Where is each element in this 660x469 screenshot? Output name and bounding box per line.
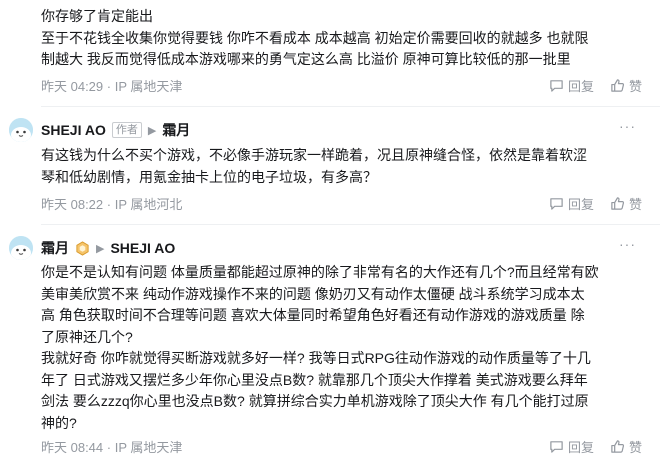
like-button[interactable]: 赞 xyxy=(610,437,642,456)
thumbs-up-icon xyxy=(611,197,625,210)
reply-icon xyxy=(550,441,563,453)
divider xyxy=(41,224,660,225)
comment-line: 我就好奇 你咋就觉得买断游戏就多好一样? 我等日式RPG往动作游戏的动作质量等了… xyxy=(41,350,591,366)
divider xyxy=(41,106,660,107)
more-options-button[interactable]: ··· xyxy=(619,118,636,134)
like-label: 赞 xyxy=(628,197,642,212)
reply-label: 回复 xyxy=(567,440,594,455)
comment-line: 你存够了肯定能出 xyxy=(41,8,153,24)
reply-label: 回复 xyxy=(567,197,594,212)
comment-actions: 回复 赞 xyxy=(549,437,642,456)
comment-meta: 昨天 08:22 · IP 属地河北 xyxy=(41,194,182,213)
thumbs-up-icon xyxy=(611,79,625,92)
comment-meta: 昨天 08:44 · IP 属地天津 xyxy=(41,437,182,456)
reply-to-name[interactable]: SHEJI AO xyxy=(110,240,175,256)
avatar[interactable] xyxy=(9,236,33,260)
comment-line: 制越大 我反而觉得低成本游戏哪来的勇气定这么高 比溢价 原神可算比较低的那一批里 xyxy=(41,51,571,67)
comment-meta: 昨天 04:29 · IP 属地天津 xyxy=(41,76,182,95)
reply-to-name[interactable]: 霜月 xyxy=(162,120,190,140)
reply-to-arrow: ▶ xyxy=(147,124,157,137)
level-badge-icon xyxy=(76,240,89,256)
like-button[interactable]: 赞 xyxy=(610,76,642,95)
reply-icon xyxy=(550,198,563,210)
reply-button[interactable]: 回复 xyxy=(549,194,594,213)
comment-1: 你存够了肯定能出 至于不花钱全收集你觉得要钱 你咋不看成本 成本越高 初始定价需… xyxy=(0,0,660,104)
comment-time: 昨天 04:29 xyxy=(41,79,104,94)
reply-button[interactable]: 回复 xyxy=(549,437,594,456)
comment-ip: IP 属地河北 xyxy=(114,197,183,212)
reply-label: 回复 xyxy=(567,79,594,94)
reply-icon xyxy=(550,80,563,92)
avatar-icon xyxy=(9,118,33,142)
comment-line: 了原神还几个? xyxy=(41,328,133,345)
comment-line: 至于不花钱全收集你觉得要钱 你咋不看成本 成本越高 初始定价需要回收的就越多 也… xyxy=(41,29,589,46)
like-label: 赞 xyxy=(628,440,642,455)
meta-separator: · xyxy=(106,197,112,212)
comment-line: 高 角色获取时间不合理等问题 喜欢大体量同时希望角色好看还有动作游戏的游戏质量 … xyxy=(41,307,585,323)
more-options-button[interactable]: ··· xyxy=(619,236,636,252)
comment-time: 昨天 08:44 xyxy=(41,440,104,455)
meta-separator: · xyxy=(106,79,112,94)
author-name[interactable]: 霜月 xyxy=(41,238,69,258)
comment-line: 年了 日式游戏又摆烂多少年你心里没点B数? 就靠那几个顶尖大作撑着 美式游戏要么… xyxy=(41,371,588,388)
comment-text: 有这钱为什么不买个游戏，不必像手游玩家一样跪着，况且原神缝合怪，依然是靠着软涩 … xyxy=(41,145,641,188)
comment-actions: 回复 赞 xyxy=(549,76,642,95)
author-name[interactable]: SHEJI AO xyxy=(41,122,106,138)
comment-text: 你是不是认知有问题 体量质量都能超过原神的除了非常有名的大作还有几个?而且经常有… xyxy=(41,262,641,434)
comment-line: 有这钱为什么不买个游戏，不必像手游玩家一样跪着，况且原神缝合怪，依然是靠着软涩 xyxy=(41,147,587,163)
reply-button[interactable]: 回复 xyxy=(549,76,594,95)
comment-header: SHEJI AO 作者 ▶ 霜月 xyxy=(41,120,190,140)
reply-to-arrow: ▶ xyxy=(96,242,105,255)
meta-separator: · xyxy=(106,440,112,455)
like-label: 赞 xyxy=(628,79,642,94)
comment-actions: 回复 赞 xyxy=(549,194,642,213)
thumbs-up-icon xyxy=(611,440,625,453)
comment-time: 昨天 08:22 xyxy=(41,197,104,212)
like-button[interactable]: 赞 xyxy=(610,194,642,213)
comment-line: 琴和低幼剧情，用氪金抽卡上位的电子垃圾，有多高？ xyxy=(41,168,377,185)
avatar[interactable] xyxy=(9,118,33,142)
avatar-icon xyxy=(9,236,33,260)
comment-line: 剑法 要么zzzq你心里也没点B数? 就算拼综合实力单机游戏除了顶尖大作 有几个… xyxy=(41,393,589,409)
author-tag: 作者 xyxy=(111,122,142,138)
comment-ip: IP 属地天津 xyxy=(114,79,183,94)
comment-ip: IP 属地天津 xyxy=(114,440,183,455)
comment-line: 美审美欣赏不来 纯动作游戏操作不来的问题 像奶刃又有动作太僵硬 战斗系统学习成本… xyxy=(41,285,585,302)
comment-header: 霜月 ▶ SHEJI AO xyxy=(41,238,175,258)
comment-text: 你存够了肯定能出 至于不花钱全收集你觉得要钱 你咋不看成本 成本越高 初始定价需… xyxy=(41,6,641,71)
comment-line: 你是不是认知有问题 体量质量都能超过原神的除了非常有名的大作还有几个?而且经常有… xyxy=(41,264,599,280)
comment-line: 神的? xyxy=(41,414,77,431)
